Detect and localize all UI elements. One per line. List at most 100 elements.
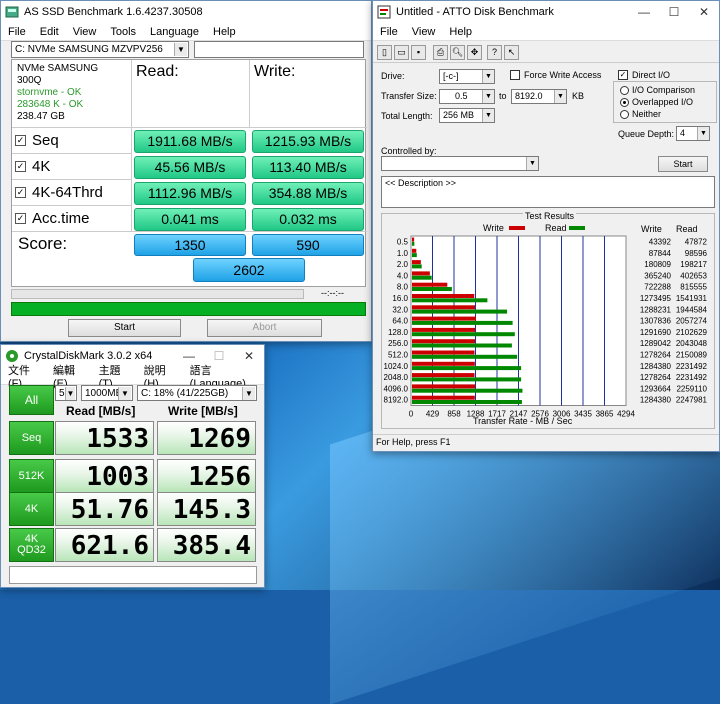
passes-select[interactable]: 5 ▼ <box>55 385 77 401</box>
filter-input[interactable] <box>194 41 364 58</box>
menu-language[interactable]: Language <box>143 26 206 38</box>
controlled-by-select[interactable]: ▼ <box>381 156 539 171</box>
open-folder-icon[interactable]: ▭ <box>394 45 409 60</box>
x-tick-label: 3435 <box>574 410 592 419</box>
start-button[interactable]: Start <box>68 319 181 337</box>
context-help-icon[interactable]: ↖ <box>504 45 519 60</box>
menu-help[interactable]: Help <box>442 26 479 38</box>
write-value-label: 1278264 <box>640 351 672 360</box>
row-acctime-label[interactable]: ✓ Acc.time <box>12 206 132 232</box>
overlapped-io-label: Overlapped I/O <box>632 97 694 107</box>
size-select[interactable]: 1000MB ▼ <box>81 385 133 401</box>
acc-read-value: 0.041 ms <box>134 208 246 231</box>
4k64-read-value: 1112.96 MB/s <box>134 182 246 205</box>
menu-file[interactable]: File <box>1 26 33 38</box>
read-bar <box>412 309 508 314</box>
read-value-label: 815555 <box>680 283 707 292</box>
drive-select[interactable]: C: 18% (41/225GB) ▼ <box>137 385 257 401</box>
menu-edit[interactable]: Edit <box>33 26 66 38</box>
y-tick-label: 0.5 <box>397 238 409 247</box>
queue-depth-select[interactable]: 4 ▼ <box>676 126 710 141</box>
menu-view[interactable]: View <box>405 26 443 38</box>
menu-tools[interactable]: Tools <box>103 26 143 38</box>
4k64-write-value: 354.88 MB/s <box>252 182 364 205</box>
write-bar <box>412 294 475 298</box>
total-length-select[interactable]: 256 MB ▼ <box>439 108 495 123</box>
checkbox-checked-icon[interactable]: ✓ <box>15 187 26 198</box>
atto-window: Untitled - ATTO Disk Benchmark — ☐ ✕ Fil… <box>372 0 720 452</box>
score-read-value: 1350 <box>134 234 246 256</box>
write-bar <box>412 361 475 366</box>
write-value-label: 1284380 <box>640 362 672 371</box>
queue-depth-label: Queue Depth: <box>618 129 675 139</box>
4k-button[interactable]: 4K <box>9 492 54 526</box>
write-bar <box>412 305 475 310</box>
direct-io-label: Direct I/O <box>632 70 671 80</box>
neither-radio[interactable] <box>620 110 629 119</box>
maximize-icon[interactable]: ☐ <box>659 5 689 19</box>
checkbox-checked-icon[interactable]: ✓ <box>15 213 26 224</box>
read-value-label: 98596 <box>685 249 708 258</box>
menu-help[interactable]: Help <box>206 26 243 38</box>
4k-write-value: 113.40 MB/s <box>252 156 364 179</box>
seq-button[interactable]: Seq <box>9 421 54 455</box>
print-preview-icon[interactable]: 🔍︎ <box>450 45 465 60</box>
row-4k-label[interactable]: ✓ 4K <box>12 154 132 180</box>
read-value-label: 1541931 <box>676 294 708 303</box>
comment-input[interactable] <box>9 566 257 584</box>
force-write-checkbox[interactable] <box>510 70 520 80</box>
drive-select[interactable]: [-c-] ▼ <box>439 69 495 84</box>
start-button[interactable]: Start <box>658 156 708 172</box>
row-4k64-label[interactable]: ✓ 4K-64Thrd <box>12 180 132 206</box>
write-bar <box>412 237 415 242</box>
new-file-icon[interactable]: ▯ <box>377 45 392 60</box>
all-button[interactable]: All <box>9 385 54 415</box>
512k-button[interactable]: 512K <box>9 459 54 493</box>
as-ssd-title: AS SSD Benchmark 1.6.4237.30508 <box>24 6 203 18</box>
save-icon[interactable]: ▪ <box>411 45 426 60</box>
overlapped-io-radio[interactable] <box>620 98 629 107</box>
io-comparison-radio[interactable] <box>620 86 629 95</box>
help-icon[interactable]: ? <box>487 45 502 60</box>
menu-view[interactable]: View <box>66 26 104 38</box>
checkbox-checked-icon[interactable]: ✓ <box>15 161 26 172</box>
read-bar <box>412 354 518 359</box>
score-write-value: 590 <box>252 234 364 256</box>
read-value-label: 198217 <box>680 260 707 269</box>
as-ssd-results-grid: NVMe SAMSUNG 300Q stornvme - OK 283648 K… <box>11 59 367 287</box>
y-tick-label: 4.0 <box>397 271 409 280</box>
row-seq-label[interactable]: ✓ Seq <box>12 128 132 154</box>
write-value-label: 1284380 <box>640 396 672 405</box>
legend-read-swatch <box>569 226 585 230</box>
score-label: Score: <box>18 234 68 253</box>
atto-titlebar[interactable]: Untitled - ATTO Disk Benchmark — ☐ ✕ <box>373 1 719 23</box>
minimize-icon[interactable]: — <box>629 5 659 19</box>
direct-io-checkbox[interactable]: ✓ <box>618 70 628 80</box>
read-value-label: 2259110 <box>676 384 707 393</box>
4k-qd32-write-value: 385.4 <box>157 528 256 562</box>
write-bar <box>412 316 476 321</box>
menu-file[interactable]: File <box>373 26 405 38</box>
drive-select[interactable]: C: NVMe SAMSUNG MZVPV256 ▼ <box>11 41 189 58</box>
transfer-from-select[interactable]: 0.5 ▼ <box>439 89 495 104</box>
write-value-label: 1289042 <box>640 339 672 348</box>
chevron-down-icon: ▼ <box>174 43 187 56</box>
abort-button[interactable]: Abort <box>207 319 322 337</box>
atto-app-icon <box>377 5 391 19</box>
checkbox-checked-icon[interactable]: ✓ <box>15 135 26 146</box>
close-icon[interactable]: ✕ <box>689 5 719 19</box>
as-ssd-titlebar[interactable]: AS SSD Benchmark 1.6.4237.30508 <box>1 1 371 23</box>
write-bar <box>412 248 417 253</box>
description-box[interactable]: << Description >> <box>381 176 715 208</box>
read-bar <box>412 377 522 382</box>
y-tick-label: 1.0 <box>397 249 409 258</box>
atto-menubar: File View Help <box>373 23 719 41</box>
4k-qd32-button[interactable]: 4K QD32 <box>9 528 54 562</box>
read-bar <box>412 275 432 280</box>
read-header: Read [MB/s] <box>66 404 136 418</box>
print-icon[interactable]: ⎙ <box>433 45 448 60</box>
read-bar <box>412 241 415 246</box>
4k-qd32-sub-label: QD32 <box>17 544 46 556</box>
transfer-to-select[interactable]: 8192.0 ▼ <box>511 89 567 104</box>
move-icon[interactable]: ✥ <box>467 45 482 60</box>
